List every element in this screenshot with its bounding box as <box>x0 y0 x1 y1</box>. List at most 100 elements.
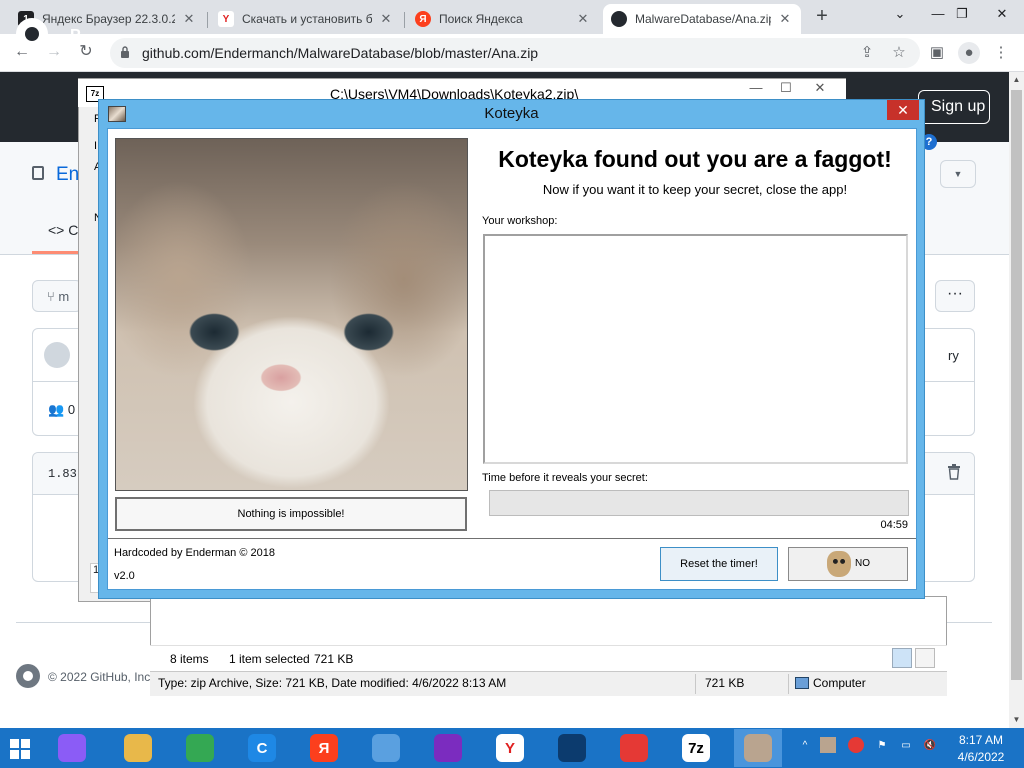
profile-avatar-icon[interactable]: ● <box>958 42 980 64</box>
taskbar-app-control-panel[interactable] <box>362 729 410 767</box>
control-panel-icon <box>372 734 400 762</box>
location-label: Computer <box>813 676 866 690</box>
computer-icon <box>795 677 809 689</box>
active-tab-underline <box>32 251 78 254</box>
timer-label: Time before it reveals your secret: <box>482 472 648 484</box>
side-panel-icon[interactable]: ▣ <box>926 42 948 64</box>
koteyka-close-button[interactable]: ✕ <box>887 100 919 120</box>
reset-timer-button[interactable]: Reset the timer! <box>660 547 778 581</box>
timer-progress-bar <box>489 490 909 516</box>
forward-arrow-icon[interactable]: → <box>42 40 66 64</box>
kebab-menu-icon[interactable]: ⋮ <box>990 42 1012 64</box>
chrome-icon <box>186 734 214 762</box>
sign-up-button[interactable]: Sign up <box>918 90 990 124</box>
github-footer-logo-icon[interactable] <box>16 664 40 688</box>
taskbar-app-yandex[interactable]: Я <box>300 729 348 767</box>
dropdown-peek[interactable]: ▼ <box>940 160 976 188</box>
large-icons-view-icon[interactable] <box>915 648 935 668</box>
workshop-label: Your workshop: <box>482 215 558 227</box>
repo-icon <box>32 166 44 180</box>
clock-date[interactable]: 4/6/2022 <box>946 750 1016 764</box>
sevenzip-toolbar-peek[interactable]: I <box>94 140 97 152</box>
explorer-status-bar: 8 items 1 item selected 721 KB <box>150 645 947 671</box>
taskbar-app-alice-assistant[interactable] <box>48 729 96 767</box>
more-options-button[interactable]: ··· <box>935 280 975 312</box>
scroll-down-arrow-icon[interactable]: ▼ <box>1011 714 1022 726</box>
tray-recorder-icon[interactable] <box>848 737 864 753</box>
branch-select-button[interactable]: ⑂ m <box>32 280 82 312</box>
alice-assistant-icon <box>58 734 86 762</box>
file-size-text: 1.83 <box>48 467 77 481</box>
yandex-y-favicon-icon: Y <box>218 11 234 27</box>
lock-icon[interactable] <box>120 46 130 58</box>
taskbar-app-file-explorer[interactable] <box>114 729 162 767</box>
windows-start-icon[interactable] <box>10 739 30 759</box>
taskbar-app-chrome[interactable] <box>176 729 224 767</box>
sevenzip-close-button[interactable]: ✕ <box>806 80 834 96</box>
github-logo-icon[interactable] <box>16 18 48 50</box>
no-button[interactable]: NO <box>788 547 908 581</box>
scroll-up-arrow-icon[interactable]: ▲ <box>1011 74 1022 86</box>
file-size-column: 721 KB <box>705 676 745 690</box>
file-details: Type: zip Archive, Size: 721 KB, Date mo… <box>158 676 507 690</box>
sevenzip-taskbar-icon: 7z <box>682 734 710 762</box>
cat-photo <box>115 138 468 491</box>
koteyka-taskbar-icon <box>744 734 772 762</box>
status-divider <box>788 674 789 694</box>
author-avatar[interactable] <box>44 342 70 368</box>
tab-malware-database[interactable]: MalwareDatabase/Ana.zip ✕ <box>603 4 801 34</box>
url-text: github.com/Endermanch/MalwareDatabase/bl… <box>142 45 539 61</box>
clock-time[interactable]: 8:17 AM <box>946 733 1016 747</box>
tray-flag-icon[interactable]: ⚑ <box>874 737 890 753</box>
sevenzip-maximize-button[interactable]: ☐ <box>772 80 800 96</box>
motto-button[interactable]: Nothing is impossible! <box>115 497 467 531</box>
taskbar-app-screen-recorder[interactable] <box>610 729 658 767</box>
close-tab-icon[interactable]: ✕ <box>378 11 394 27</box>
item-count: 8 items <box>170 652 209 666</box>
repo-owner-link[interactable]: En <box>56 164 79 186</box>
tray-cat-icon[interactable] <box>820 737 836 753</box>
taskbar-app-ccleaner[interactable]: C <box>238 729 286 767</box>
file-explorer-icon <box>124 734 152 762</box>
bookmark-star-icon[interactable]: ☆ <box>888 44 910 62</box>
restore-button[interactable]: ❐ <box>940 0 984 34</box>
tab-code[interactable]: <> C <box>48 222 78 238</box>
close-tab-icon[interactable]: ✕ <box>575 11 591 27</box>
address-bar[interactable]: github.com/Endermanch/MalwareDatabase/bl… <box>110 38 920 68</box>
sevenzip-minimize-button[interactable]: — <box>742 80 770 95</box>
close-tab-icon[interactable]: ✕ <box>181 11 197 27</box>
taskbar-app-defender[interactable] <box>548 729 596 767</box>
author-credit: Hardcoded by Enderman © 2018 <box>114 547 275 559</box>
taskbar-app-yandex-browser[interactable]: Y <box>486 729 534 767</box>
tab-yandex-search[interactable]: Я Поиск Яндекса ✕ <box>407 4 599 34</box>
yandex-search-favicon-icon: Я <box>415 11 431 27</box>
tab-download-browser[interactable]: Y Скачать и установить браузер ✕ <box>210 4 402 34</box>
defender-icon <box>558 734 586 762</box>
scrollbar-thumb[interactable] <box>1011 90 1022 680</box>
details-view-icon[interactable] <box>892 648 912 668</box>
tray-chevron-icon[interactable]: ^ <box>797 737 813 753</box>
tray-network-icon[interactable]: ▭ <box>898 737 914 753</box>
close-tab-icon[interactable]: ✕ <box>777 11 793 27</box>
koteyka-title: Koteyka <box>484 105 539 122</box>
workshop-textarea[interactable] <box>483 234 908 464</box>
koteyka-subheadline: Now if you want it to keep your secret, … <box>542 182 848 197</box>
taskbar-app-opera-gx[interactable] <box>424 729 472 767</box>
tab-separator <box>404 12 405 28</box>
share-icon[interactable]: ⇪ <box>856 44 878 62</box>
taskbar-app-koteyka-taskbar[interactable] <box>734 729 782 767</box>
tray-volume-muted-icon[interactable]: 🔇 <box>922 737 938 753</box>
header-nav-peek[interactable]: P <box>70 27 81 45</box>
new-tab-button[interactable]: + <box>812 6 832 28</box>
history-link[interactable]: ry <box>948 348 959 363</box>
timer-value: 04:59 <box>880 519 908 531</box>
taskbar-app-sevenzip-taskbar[interactable]: 7z <box>672 729 720 767</box>
opera-gx-icon <box>434 734 462 762</box>
contributors-count[interactable]: 👥 0 <box>48 402 75 418</box>
selection-size: 721 KB <box>314 652 354 666</box>
baldi-face-icon <box>827 551 851 577</box>
close-window-button[interactable]: ✕ <box>980 0 1024 34</box>
yandex-browser-icon: Y <box>496 734 524 762</box>
trash-icon[interactable] <box>947 464 961 480</box>
selection-info: 1 item selected <box>229 652 310 666</box>
